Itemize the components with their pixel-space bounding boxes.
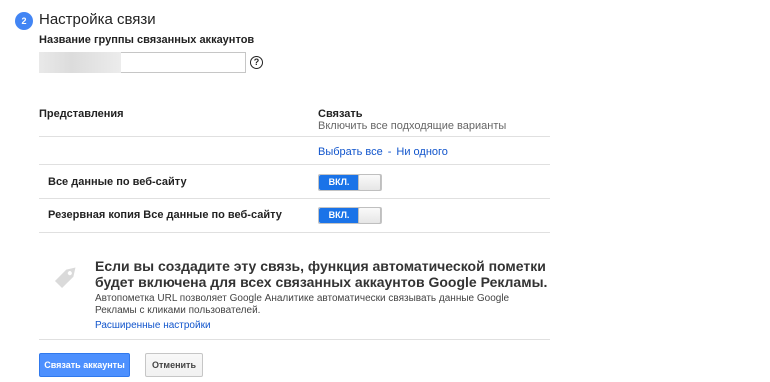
select-links-row: Выбрать все - Ни одного (318, 146, 448, 158)
question-circle-icon[interactable]: ? (250, 56, 263, 69)
select-none-link[interactable]: Ни одного (396, 146, 448, 158)
link-accounts-button[interactable]: Связать аккаунты (39, 353, 130, 377)
autotagging-notice: Если вы создадите эту связь, функция авт… (39, 233, 550, 340)
step-title: Настройка связи (39, 11, 156, 28)
views-column-header: Представления (39, 108, 124, 120)
toggle-knob (358, 207, 381, 224)
redacted-value-area (39, 52, 121, 73)
table-divider (39, 164, 550, 165)
toggle-on-label: ВКЛ. (319, 175, 359, 190)
table-divider (39, 136, 550, 137)
notice-text: Автопометка URL позволяет Google Аналити… (95, 293, 510, 316)
view-toggle-0[interactable]: ВКЛ. (318, 174, 382, 191)
cancel-button[interactable]: Отменить (145, 353, 203, 377)
notice-title: Если вы создадите эту связь, функция авт… (95, 258, 548, 290)
table-divider (39, 339, 550, 340)
link-column-subheader: Включить все подходящие варианты (318, 120, 507, 132)
link-column-header: Связать (318, 108, 363, 120)
view-toggle-1[interactable]: ВКЛ. (318, 207, 382, 224)
step-number-badge: 2 (15, 12, 33, 30)
tag-icon (54, 267, 76, 289)
group-name-input[interactable] (121, 52, 246, 73)
group-name-label: Название группы связанных аккаунтов (39, 34, 255, 46)
view-row-label: Резервная копия Все данные по веб-сайту (48, 209, 282, 221)
toggle-on-label: ВКЛ. (319, 208, 359, 223)
toggle-knob (358, 174, 381, 191)
links-separator: - (387, 146, 392, 158)
view-row-label: Все данные по веб-сайту (48, 176, 187, 188)
table-divider (39, 198, 550, 199)
advanced-settings-link[interactable]: Расширенные настройки (95, 320, 211, 331)
group-name-field-wrapper (39, 52, 246, 73)
select-all-link[interactable]: Выбрать все (318, 146, 383, 158)
